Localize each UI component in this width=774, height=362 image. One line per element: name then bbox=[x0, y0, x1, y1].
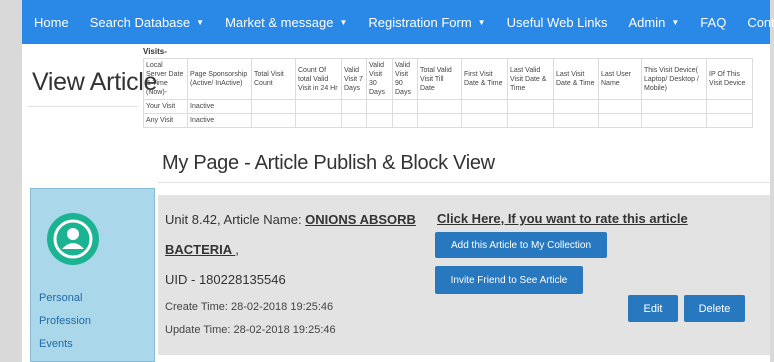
article-unit-prefix: Unit 8.42, Article Name: bbox=[165, 212, 306, 227]
nav-home[interactable]: Home bbox=[34, 15, 69, 30]
visits-cell bbox=[461, 113, 508, 128]
visits-table: Local Server Date & Time (Now)- Page Spo… bbox=[143, 58, 753, 128]
article-name-suffix: , bbox=[235, 242, 239, 257]
user-avatar-icon[interactable] bbox=[47, 213, 99, 265]
nav-market-message-label: Market & message bbox=[225, 14, 334, 30]
visits-cell bbox=[366, 113, 393, 128]
visits-header-cell: Last Visit Date & Time bbox=[553, 58, 599, 100]
add-to-collection-button[interactable]: Add this Article to My Collection bbox=[435, 232, 607, 258]
nav-registration-form[interactable]: Registration Form ▼ bbox=[368, 15, 485, 30]
page-title: View Article bbox=[32, 68, 158, 96]
visits-header-cell: This Visit Device( Laptop/ Desktop / Mob… bbox=[641, 58, 707, 100]
visits-header-cell: First Visit Date & Time bbox=[461, 58, 508, 100]
article-name-link[interactable]: ONIONS ABSORB bbox=[305, 212, 416, 227]
nav-search-database-label: Search Database bbox=[89, 14, 191, 30]
delete-button[interactable]: Delete bbox=[684, 295, 745, 322]
title-divider bbox=[28, 106, 138, 107]
article-create-time: Create Time: 28-02-2018 19:25:46 bbox=[165, 301, 334, 313]
visits-cell: Inactive bbox=[187, 113, 252, 128]
page-heading: My Page - Article Publish & Block View bbox=[162, 152, 495, 174]
visits-cell bbox=[641, 99, 707, 114]
visits-cell bbox=[295, 99, 342, 114]
visits-header-cell: Total Valid Visit Till Date bbox=[417, 58, 462, 100]
visits-cell: Inactive bbox=[187, 99, 252, 114]
visits-cell bbox=[366, 99, 393, 114]
visits-header-row: Local Server Date & Time (Now)- Page Spo… bbox=[143, 58, 753, 100]
visits-header-cell: Count Of total Valid Visit in 24 Hr bbox=[295, 58, 342, 100]
visits-header-cell: Total Visit Count bbox=[251, 58, 296, 100]
caret-down-icon: ▼ bbox=[196, 17, 205, 27]
nav-admin-label: Admin bbox=[628, 14, 666, 30]
nav-contact-us[interactable]: Contact Us bbox=[747, 15, 774, 30]
profile-sidebar: Personal Profession Events bbox=[30, 188, 155, 362]
nav-faq[interactable]: FAQ bbox=[700, 15, 726, 30]
visits-cell bbox=[295, 113, 342, 128]
left-frame bbox=[0, 0, 22, 362]
sidebar-item-personal[interactable]: Personal bbox=[39, 292, 82, 304]
article-unit-line: Unit 8.42, Article Name: ONIONS ABSORB bbox=[165, 212, 416, 227]
visits-cell bbox=[251, 99, 296, 114]
visits-cell bbox=[507, 99, 554, 114]
visits-header-cell: Valid Visit 7 Days bbox=[341, 58, 367, 100]
rate-article-link[interactable]: Click Here, If you want to rate this art… bbox=[437, 211, 688, 226]
invite-friend-button[interactable]: Invite Friend to See Article bbox=[435, 266, 583, 294]
edit-button[interactable]: Edit bbox=[628, 295, 678, 322]
visits-header-cell: Valid Visit 90 Days bbox=[392, 58, 418, 100]
table-row: Your Visit Inactive bbox=[143, 99, 753, 114]
visits-cell bbox=[553, 99, 599, 114]
visits-cell bbox=[251, 113, 296, 128]
visits-cell bbox=[341, 99, 367, 114]
visits-cell bbox=[392, 99, 418, 114]
nav-useful-web-links[interactable]: Useful Web Links bbox=[507, 15, 608, 30]
visits-label: Visits- bbox=[143, 47, 167, 56]
nav-faq-label: FAQ bbox=[700, 14, 727, 30]
right-frame bbox=[770, 0, 774, 362]
visits-header-cell: Page Sponsorship (Active/ InActive) bbox=[187, 58, 252, 100]
visits-header-cell: Local Server Date & Time (Now)- bbox=[143, 58, 188, 100]
visits-header-cell: Last Valid Visit Date & Time bbox=[507, 58, 554, 100]
nav-home-label: Home bbox=[34, 14, 69, 30]
caret-down-icon: ▼ bbox=[671, 17, 680, 27]
nav-contact-us-label: Contact Us bbox=[747, 14, 774, 30]
nav-search-database[interactable]: Search Database ▼ bbox=[90, 15, 204, 30]
caret-down-icon: ▼ bbox=[339, 17, 348, 27]
user-silhouette-icon bbox=[53, 219, 93, 259]
top-navbar: Home Search Database ▼ Market & message ▼ … bbox=[22, 0, 774, 44]
nav-admin[interactable]: Admin ▼ bbox=[629, 15, 680, 30]
visits-cell bbox=[641, 113, 707, 128]
visits-cell: Your Visit bbox=[143, 99, 188, 114]
visits-cell bbox=[507, 113, 554, 128]
article-panel: Unit 8.42, Article Name: ONIONS ABSORB B… bbox=[158, 195, 770, 355]
nav-useful-web-links-label: Useful Web Links bbox=[506, 14, 608, 30]
article-name-line-2: BACTERIA , bbox=[165, 242, 239, 257]
article-name-link-continued[interactable]: BACTERIA bbox=[165, 242, 235, 257]
visits-cell bbox=[598, 99, 642, 114]
article-update-time: Update Time: 28-02-2018 19:25:46 bbox=[165, 324, 336, 336]
visits-cell bbox=[706, 99, 753, 114]
article-uid: UID - 180228135546 bbox=[165, 272, 286, 287]
visits-header-cell: Last User Name bbox=[598, 58, 642, 100]
visits-header-cell: IP Of This Visit Device bbox=[706, 58, 753, 100]
nav-registration-form-label: Registration Form bbox=[368, 14, 472, 30]
visits-cell bbox=[598, 113, 642, 128]
table-row: Any Visit Inactive bbox=[143, 113, 753, 128]
visits-cell bbox=[417, 113, 462, 128]
visits-cell bbox=[341, 113, 367, 128]
sidebar-item-profession[interactable]: Profession bbox=[39, 315, 91, 327]
visits-header-cell: Valid Visit 30 Days bbox=[366, 58, 393, 100]
visits-cell bbox=[461, 99, 508, 114]
visits-cell bbox=[392, 113, 418, 128]
visits-cell bbox=[417, 99, 462, 114]
visits-cell bbox=[553, 113, 599, 128]
visits-cell bbox=[706, 113, 753, 128]
sidebar-item-events[interactable]: Events bbox=[39, 338, 73, 350]
heading-divider bbox=[158, 182, 770, 183]
nav-market-message[interactable]: Market & message ▼ bbox=[225, 15, 347, 30]
caret-down-icon: ▼ bbox=[477, 17, 486, 27]
visits-cell: Any Visit bbox=[143, 113, 188, 128]
